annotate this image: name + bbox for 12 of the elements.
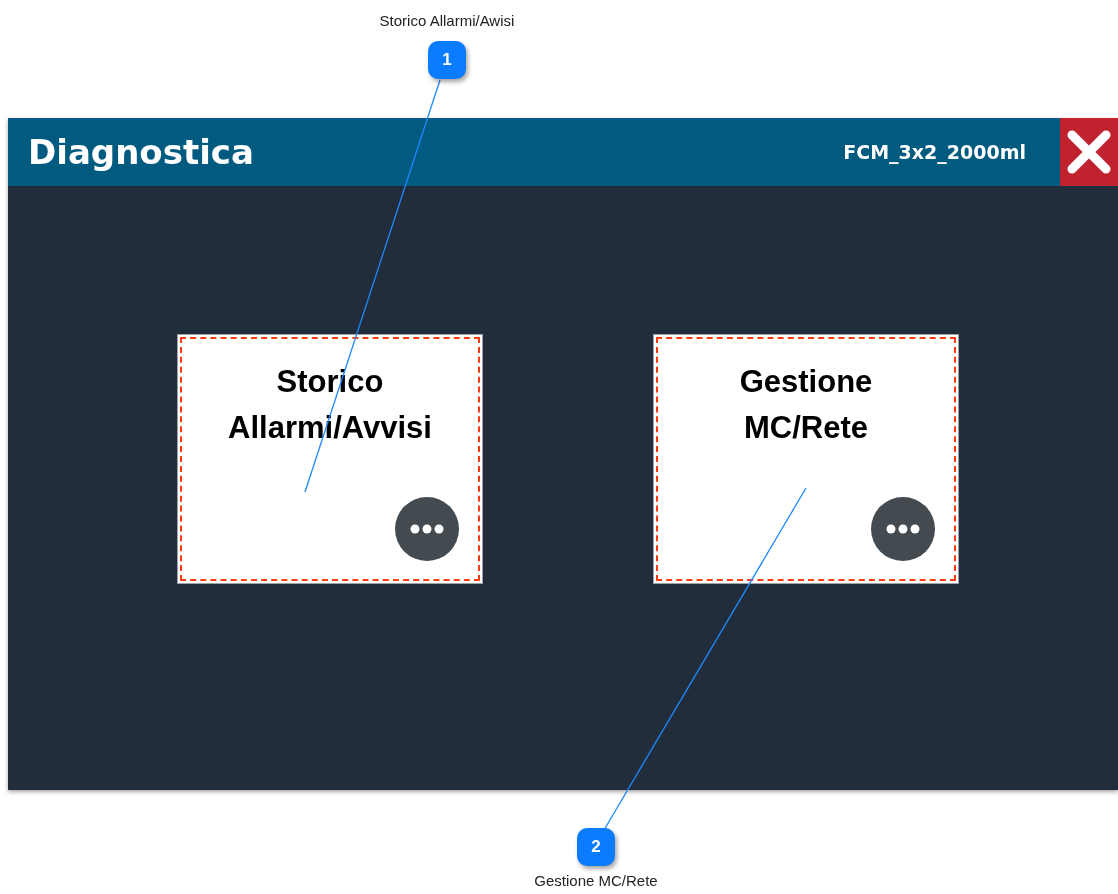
window-title: Diagnostica bbox=[28, 132, 255, 172]
callout-badge: 2 bbox=[577, 828, 615, 866]
callout-badge: 1 bbox=[428, 41, 466, 79]
callout-label: Storico Allarmi/Awisi bbox=[379, 12, 515, 29]
menu-tile[interactable]: Gestione MC/Rete bbox=[653, 334, 959, 584]
close-icon bbox=[1066, 129, 1112, 175]
ellipsis-icon bbox=[886, 524, 920, 534]
ellipsis-icon bbox=[410, 524, 444, 534]
machine-name: FCM_3x2_2000ml bbox=[843, 141, 1026, 163]
tile-title: Gestione MC/Rete bbox=[738, 363, 874, 447]
close-button[interactable] bbox=[1060, 118, 1118, 186]
callout-label: Gestione MC/Rete bbox=[534, 872, 658, 889]
